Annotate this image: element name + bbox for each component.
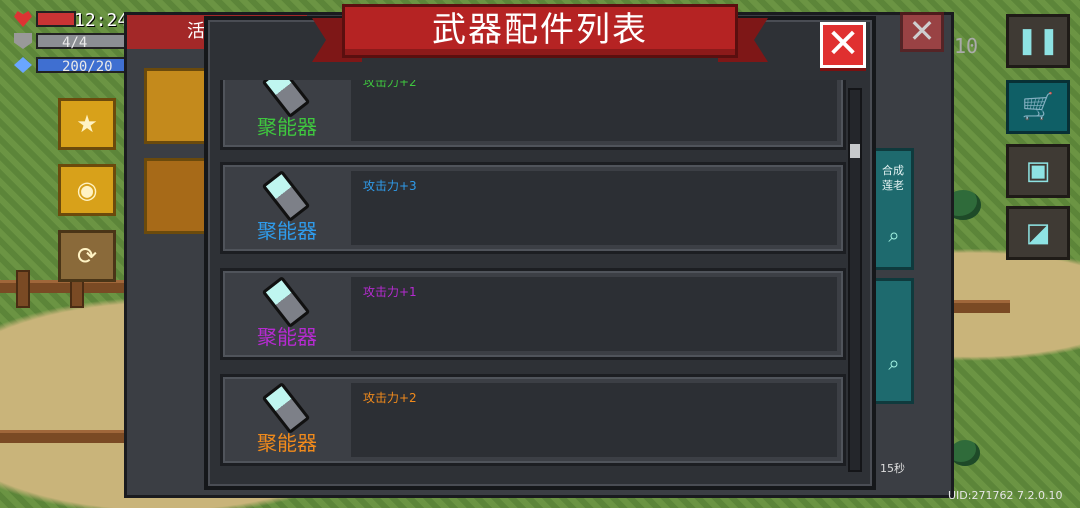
energy-core-icon: [261, 169, 311, 223]
item-icon-cell: 聚能器: [231, 275, 343, 353]
star-icon: ★: [76, 110, 98, 138]
item-thumbnail[interactable]: [144, 68, 208, 144]
profile-button[interactable]: ▣: [1006, 144, 1070, 198]
pin-icon: ◉: [76, 176, 98, 204]
item-desc-cell: 攻击力+3: [351, 171, 837, 245]
item-desc-cell: 攻击力+1: [351, 277, 837, 351]
close-icon: ✕: [908, 12, 936, 50]
back-close-button[interactable]: ✕: [900, 12, 944, 52]
list-item[interactable]: 聚能器 攻击力+3: [220, 162, 846, 254]
clock: 12:24: [74, 10, 129, 31]
item-desc: 攻击力+2: [363, 80, 417, 89]
magnifier-icon[interactable]: ⌕: [881, 223, 907, 249]
shop-button[interactable]: 🛒: [1006, 80, 1070, 134]
item-name: 聚能器: [257, 115, 317, 139]
item-desc: 攻击力+2: [363, 391, 417, 405]
fence: [950, 300, 1010, 313]
uid-label: UID:271762 7.2.0.10: [948, 489, 1063, 502]
bush: [950, 440, 980, 466]
shield-icon: [14, 33, 32, 49]
item-desc-cell: 攻击力+2: [351, 383, 837, 457]
scrollbar[interactable]: [848, 88, 862, 472]
item-desc: 攻击力+3: [363, 179, 417, 193]
pause-button[interactable]: ❚❚: [1006, 14, 1070, 68]
item-name: 聚能器: [257, 431, 317, 455]
recipe-card[interactable]: ⌕: [872, 278, 914, 404]
stairs-button[interactable]: ◪: [1006, 206, 1070, 260]
health-fill: [36, 11, 76, 27]
list-item[interactable]: 聚能器 攻击力+2: [220, 80, 846, 150]
modal-title: 武器配件列表: [432, 10, 648, 50]
item-name: 聚能器: [257, 219, 317, 243]
recipe-card[interactable]: 合成 莲老 ⌕: [872, 148, 914, 270]
close-icon: ✕: [826, 21, 860, 67]
item-desc: 攻击力+1: [363, 285, 417, 299]
list-item[interactable]: 聚能器 攻击力+1: [220, 268, 846, 360]
refresh-button[interactable]: ⟳: [58, 230, 116, 282]
energy-core-icon: [261, 275, 311, 329]
health-bar: [14, 10, 76, 28]
armor-value: 4/4: [36, 33, 136, 51]
pause-icon: ❚❚: [1016, 26, 1060, 56]
item-icon-cell: 聚能器: [231, 381, 343, 459]
item-icon-cell: 聚能器: [231, 169, 343, 247]
refresh-icon: ⟳: [76, 242, 98, 270]
parts-list[interactable]: 聚能器 攻击力+2 聚能器 攻击力+3 聚能器 攻击力+1 聚能器 攻击力+2: [216, 80, 852, 478]
stairs-icon: ◪: [1025, 218, 1051, 248]
item-name: 聚能器: [257, 325, 317, 349]
list-item[interactable]: 聚能器 攻击力+2: [220, 374, 846, 466]
armor-bar: 4/4: [14, 32, 136, 51]
magnifier-icon[interactable]: ⌕: [881, 351, 907, 377]
fence: [0, 430, 130, 443]
scrollbar-thumb[interactable]: [850, 144, 860, 158]
location-button[interactable]: ◉: [58, 164, 116, 216]
star-button[interactable]: ★: [58, 98, 116, 150]
fence-post: [16, 270, 30, 308]
item-thumbnail[interactable]: [144, 158, 208, 234]
close-button[interactable]: ✕: [820, 22, 866, 68]
heart-icon: [14, 11, 32, 27]
recipe-card-text: 合成 莲老: [882, 164, 904, 192]
timer-label: 15秒: [880, 462, 905, 475]
id-card-icon: ▣: [1025, 156, 1051, 186]
energy-core-icon: [261, 381, 311, 435]
item-desc-cell: 攻击力+2: [351, 80, 837, 141]
title-banner: 武器配件列表: [312, 4, 768, 66]
energy-gem-icon: [14, 57, 32, 73]
item-count: 10: [954, 34, 979, 58]
item-icon-cell: 聚能器: [231, 80, 343, 143]
cart-icon: 🛒: [1021, 92, 1055, 122]
